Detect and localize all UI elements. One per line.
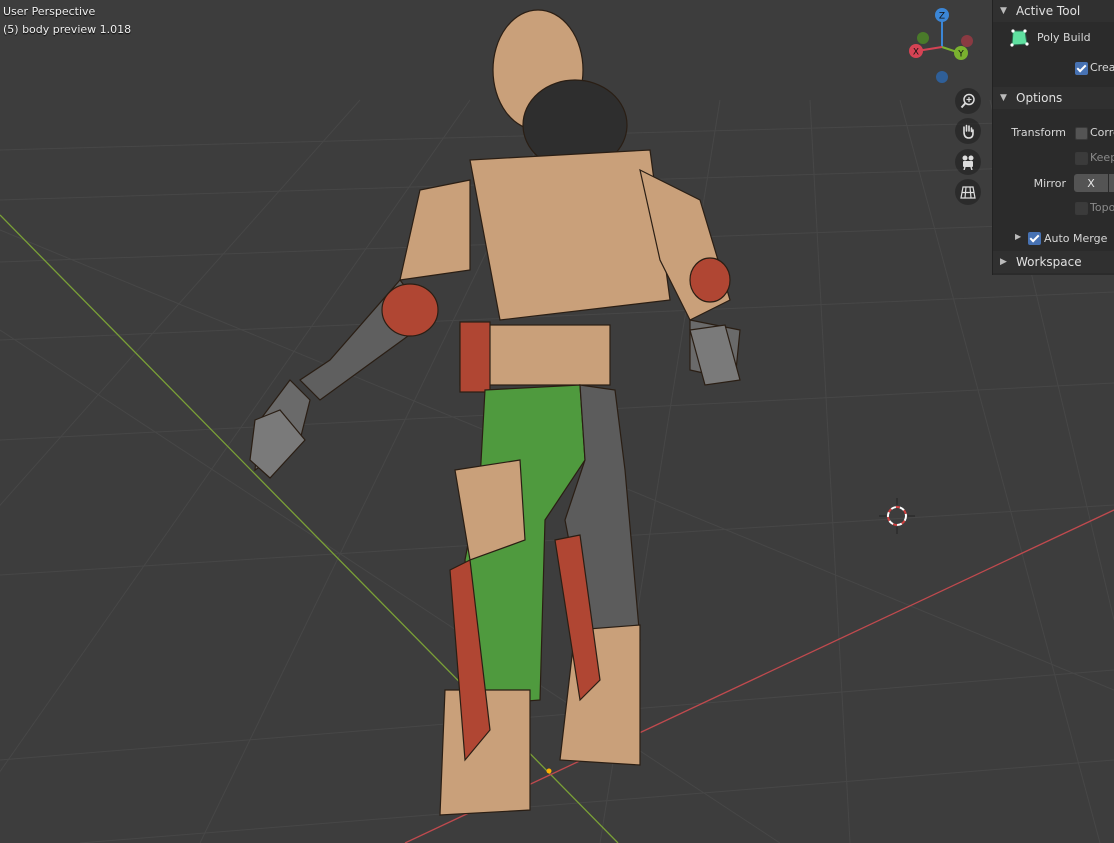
auto-merge-checkbox[interactable] <box>1028 232 1041 245</box>
poly-build-tool-icon[interactable] <box>1009 28 1029 48</box>
mirror-label: Mirror <box>1033 177 1066 190</box>
tool-name-label: Poly Build <box>1037 31 1091 44</box>
zoom-button[interactable] <box>955 88 981 114</box>
correct-label: Correct <box>1090 126 1114 139</box>
camera-view-button[interactable] <box>955 149 981 175</box>
3d-cursor <box>879 498 915 534</box>
active-tool-header[interactable]: ▼ Active Tool <box>993 0 1114 22</box>
pan-hand-icon <box>963 124 974 139</box>
keep-connected-checkbox[interactable] <box>1075 152 1088 165</box>
topology-label: Topology <box>1090 201 1114 214</box>
navigation-gizmo[interactable]: Z Y X <box>905 5 980 85</box>
expand-triangle-icon: ▼ <box>1000 93 1007 103</box>
ortho-toggle-button[interactable] <box>955 179 981 205</box>
create-label: Create <box>1090 61 1114 74</box>
create-checkbox[interactable] <box>1075 62 1088 75</box>
mirror-y-toggle[interactable] <box>1109 174 1114 192</box>
tool-settings-panel: ▼ Active Tool Poly Build Create ▼ Option… <box>992 0 1114 275</box>
character-mesh <box>249 9 741 816</box>
x-axis-label: X <box>913 48 919 58</box>
view-name-label: User Perspective <box>3 5 96 18</box>
topology-mirror-checkbox[interactable] <box>1075 202 1088 215</box>
mirror-x-toggle[interactable]: X <box>1074 174 1108 192</box>
3d-viewport[interactable]: User Perspective (5) body preview 1.018 … <box>0 0 1114 843</box>
zoom-icon <box>960 93 975 109</box>
collapse-triangle-icon[interactable]: ▶ <box>1015 232 1021 241</box>
auto-merge-label: Auto Merge <box>1044 232 1108 245</box>
origin-point <box>546 768 552 774</box>
options-title: Options <box>1016 91 1063 105</box>
camera-icon <box>962 155 974 170</box>
keep-label: Keep <box>1090 151 1114 164</box>
workspace-title: Workspace <box>1016 255 1082 269</box>
correct-uvs-checkbox[interactable] <box>1075 127 1088 140</box>
ortho-grid-icon <box>960 186 976 199</box>
object-info-label: (5) body preview 1.018 <box>3 23 132 36</box>
active-tool-title: Active Tool <box>1016 4 1081 18</box>
expand-triangle-icon: ▼ <box>1000 6 1007 16</box>
workspace-header[interactable]: ▶ Workspace <box>993 251 1114 273</box>
transform-label: Transform <box>1011 126 1066 139</box>
z-axis-label: Z <box>939 12 945 22</box>
pan-button[interactable] <box>955 118 981 144</box>
viewport-grid <box>0 9 1114 843</box>
options-header[interactable]: ▼ Options <box>993 87 1114 109</box>
collapse-triangle-icon: ▶ <box>1000 257 1007 267</box>
y-axis-label: Y <box>957 50 964 60</box>
